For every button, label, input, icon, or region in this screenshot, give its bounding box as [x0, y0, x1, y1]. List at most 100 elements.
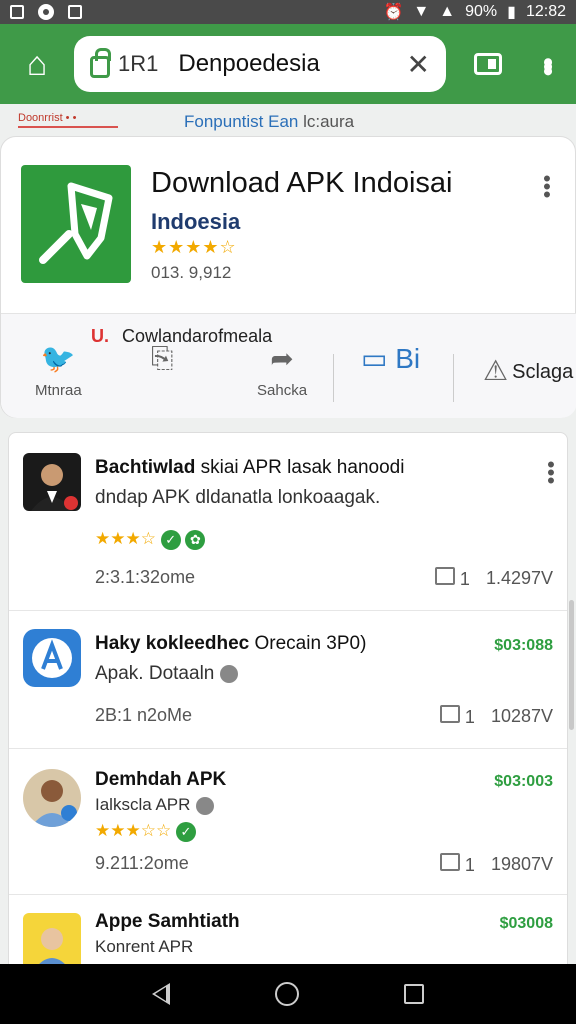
overflow-menu-icon[interactable]: •••: [531, 57, 564, 71]
info-icon: [196, 796, 215, 815]
action-share[interactable]: ⎘: [151, 342, 173, 378]
item-size: 1.4297V: [485, 568, 553, 588]
sub-title-blue: Fonpuntist Ean: [184, 112, 299, 131]
action-flag[interactable]: ⚠ Sclaga: [483, 354, 573, 390]
share-icon: ⎘: [151, 342, 174, 373]
status-bar: ⏰ ▼ ▲ 90% ▮ 12:82: [0, 0, 576, 24]
list-item[interactable]: Appe Samhtiath $03008 Konrent APR: [9, 895, 567, 971]
item-title-bold: Demhdah APK: [95, 769, 227, 790]
clear-icon[interactable]: ✕: [407, 48, 430, 81]
info-icon: [220, 664, 239, 683]
home-icon[interactable]: ⌂: [0, 24, 74, 104]
app-store-icon: [23, 629, 81, 687]
item-meta: 1 19807V: [439, 853, 553, 876]
app-card: Download APK Indoisai Indoesia ★★★★☆ 013…: [0, 136, 576, 418]
item-title: Appe Samhtiath: [95, 911, 240, 933]
app-actions: U. Cowlandarofmeala 🐦 Mtnraa ⎘ ➦ Sahcka …: [1, 314, 576, 418]
action-label: Mtnraa: [35, 382, 82, 399]
item-title-rest: Orecain 3P0): [249, 633, 367, 654]
action-forward[interactable]: ➦ Sahcka: [257, 342, 307, 399]
item-rating: ★★★☆ ✓ ✿: [95, 529, 206, 550]
item-title-rest: skiai APR lasak hanoodi: [195, 457, 405, 478]
clock: 12:82: [525, 3, 566, 20]
url-prefix: 1R1: [118, 51, 159, 76]
recent-apps-icon[interactable]: [403, 984, 424, 1004]
promo-line: U. Cowlandarofmeala: [91, 326, 272, 347]
flag-icon: ⚠: [483, 355, 509, 386]
action-bi[interactable]: ▭ Bi: [361, 342, 420, 378]
app-title: Download APK Indoisai: [151, 167, 453, 199]
action-bird[interactable]: 🐦 Mtnraa: [35, 342, 82, 399]
battery-level: 90%: [465, 3, 498, 20]
app-icon[interactable]: [21, 165, 131, 283]
list-item[interactable]: Bachtiwlad skiai APR lasak hanoodi dndap…: [9, 433, 567, 611]
promo-text[interactable]: Cowlandarofmeala: [122, 326, 272, 346]
item-subtitle: Apak. Dotaaln: [95, 663, 239, 685]
home-button-icon[interactable]: [274, 982, 299, 1006]
more-options-icon[interactable]: • • •: [547, 454, 555, 492]
more-options-icon[interactable]: • • •: [543, 168, 551, 206]
lock-icon: [90, 48, 111, 78]
item-subtitle: dndap APK dldanatla lonkoaagak.: [95, 487, 381, 508]
scrollbar[interactable]: [569, 600, 574, 730]
globe-icon: ✿: [185, 529, 206, 550]
item-subtitle: Konrent APR: [95, 937, 194, 956]
avatar: [23, 453, 81, 511]
battery-icon: ▮: [507, 4, 516, 21]
back-icon[interactable]: [152, 983, 171, 1005]
app-developer[interactable]: Indoesia: [151, 209, 240, 235]
page-subheader: Doonrrist • • Fonpuntist Ean lc:aura: [0, 104, 576, 136]
app-logo-icon: [39, 182, 113, 264]
avatar: [23, 913, 81, 971]
address-bar[interactable]: 1R1 Denpoedesia ✕: [74, 36, 446, 92]
item-size: 19807V: [490, 854, 553, 874]
item-meta: 1 1.4297V: [434, 567, 553, 590]
item-date: 2:3.1:32ome: [95, 567, 196, 587]
document-icon: [439, 705, 460, 723]
item-meta: 1 10287V: [439, 705, 553, 728]
promo-mark: U.: [91, 326, 109, 346]
sub-title: Fonpuntist Ean lc:aura: [184, 112, 354, 132]
item-title: Bachtiwlad skiai APR lasak hanoodi: [95, 457, 404, 479]
verified-icon: ✓: [160, 529, 181, 550]
list-item[interactable]: Demhdah APK $03:003 Ialkscla APR ★★★☆☆ ✓…: [9, 749, 567, 895]
image-notification-icon: [10, 5, 24, 19]
app-download-count: 013. 9,912: [151, 263, 232, 282]
divider: [333, 354, 334, 402]
item-date: 9.211:2ome: [95, 853, 189, 873]
item-size: 10287V: [490, 706, 553, 726]
divider: [453, 354, 454, 402]
verified-icon: ✓: [175, 821, 196, 842]
tabs-icon[interactable]: [474, 53, 502, 75]
item-subtitle: Ialkscla APR: [95, 795, 215, 815]
item-rating: ★★★☆☆ ✓: [95, 821, 196, 842]
record-notification-icon: [38, 4, 54, 20]
avatar: [23, 769, 81, 827]
bird-icon: 🐦: [40, 343, 76, 374]
signal-icon: ▲: [439, 3, 456, 20]
url-site: Denpoedesia: [178, 50, 320, 77]
sub-red-label: Doonrrist • •: [18, 112, 118, 128]
item-title-bold: Bachtiwlad: [95, 457, 196, 478]
item-stars: ★★★☆: [95, 529, 156, 548]
document-icon: [439, 853, 460, 871]
action-label: Sahcka: [257, 382, 308, 399]
item-title: Demhdah APK: [95, 769, 226, 791]
item-subtitle-text: Ialkscla APR: [95, 795, 191, 814]
alarm-icon: ⏰: [383, 4, 404, 21]
message-notification-icon: [68, 5, 82, 19]
action-label: Sclaga: [512, 360, 574, 383]
doc-count: 1: [464, 855, 475, 875]
item-title: Haky kokleedhec Orecain 3P0): [95, 633, 366, 655]
app-rating-stars: ★★★★☆: [151, 237, 237, 257]
app-list: Bachtiwlad skiai APR lasak hanoodi dndap…: [8, 432, 568, 972]
item-date: 2B:1 n2oMe: [95, 705, 193, 725]
doc-count: 1: [464, 707, 475, 727]
item-price: $03008: [499, 915, 553, 932]
item-stars: ★★★☆☆: [95, 821, 172, 840]
document-icon: [434, 567, 455, 585]
list-item[interactable]: Haky kokleedhec Orecain 3P0) $03:088 Apa…: [9, 611, 567, 749]
wifi-icon: ▼: [413, 3, 430, 20]
item-subtitle-text: Apak. Dotaaln: [95, 663, 215, 684]
doc-count: 1: [459, 569, 470, 589]
